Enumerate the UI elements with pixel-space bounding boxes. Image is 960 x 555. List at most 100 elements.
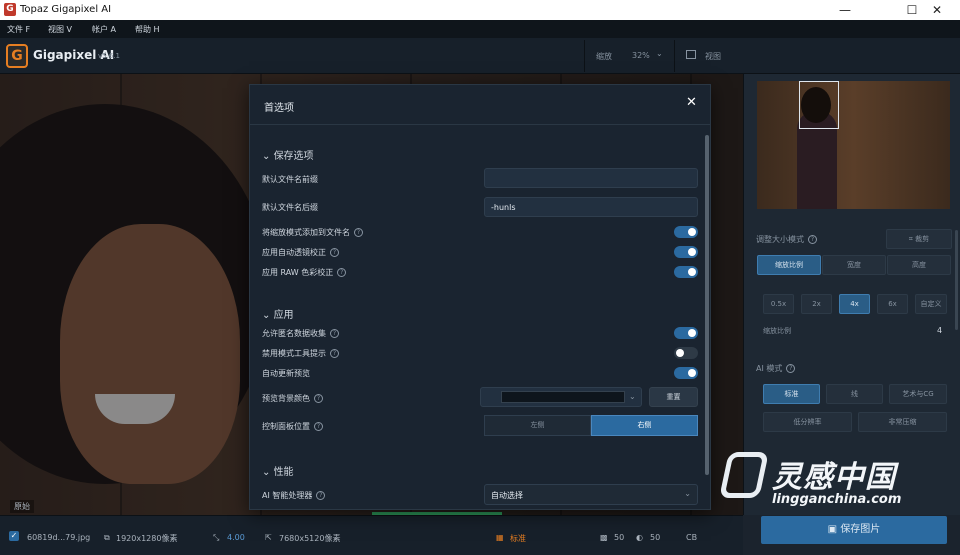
dialog-header: 首选项 ✕ bbox=[250, 85, 710, 125]
file-checkbox[interactable]: ✓ bbox=[9, 531, 19, 541]
bottom-status-bar: 60819d...79.jpg ⧉ 1920x1280像素 ⤡ 4.00 ⇱ 7… bbox=[0, 515, 743, 555]
scale-4x-button[interactable]: 4x bbox=[839, 294, 870, 314]
color-boost-label: CB bbox=[686, 533, 698, 542]
section-application[interactable]: ⌄ 应用 bbox=[262, 306, 294, 321]
reset-bg-color-button[interactable]: 重置 bbox=[649, 387, 698, 407]
app-version: v5.6.1 bbox=[98, 52, 120, 60]
menu-account[interactable]: 帐户 A bbox=[92, 24, 116, 35]
scale-0-5x-button[interactable]: 0.5x bbox=[763, 294, 794, 314]
ai-mode-very-compressed[interactable]: 非常压缩 bbox=[858, 412, 947, 432]
help-icon[interactable]: ? bbox=[808, 235, 817, 244]
ai-mode-standard[interactable]: 标准 bbox=[763, 384, 820, 404]
window-title: Topaz Gigapixel AI bbox=[20, 4, 112, 15]
disable-tips-toggle[interactable] bbox=[674, 347, 698, 359]
suffix-label: 默认文件名后缀 bbox=[262, 203, 318, 212]
right-panel-scrollbar[interactable] bbox=[955, 230, 958, 330]
watermark-text: 灵感中国 bbox=[772, 460, 896, 495]
panel-right-option[interactable]: 右侧 bbox=[591, 415, 698, 436]
tab-height[interactable]: 高度 bbox=[887, 255, 951, 275]
chevron-down-icon: ⌄ bbox=[262, 467, 274, 478]
help-icon[interactable]: ? bbox=[330, 248, 339, 257]
section-performance[interactable]: ⌄ 性能 bbox=[262, 463, 294, 478]
chevron-down-icon: ⌄ bbox=[262, 151, 274, 162]
blur-value: 50 bbox=[650, 533, 661, 542]
raw-color-toggle[interactable] bbox=[674, 266, 698, 278]
help-icon[interactable]: ? bbox=[330, 349, 339, 358]
bg-color-select[interactable]: ⌄ bbox=[480, 387, 642, 407]
menu-file[interactable]: 文件 F bbox=[7, 24, 30, 35]
tab-width[interactable]: 宽度 bbox=[822, 255, 886, 275]
filename-suffix-input[interactable]: -hunls bbox=[484, 197, 698, 217]
blur-icon: ◐ bbox=[636, 533, 643, 542]
app-toolbar bbox=[0, 38, 960, 74]
output-size: 7680x5120像素 bbox=[279, 534, 341, 543]
auto-lens-toggle[interactable] bbox=[674, 246, 698, 258]
original-tag: 原始 bbox=[10, 500, 34, 513]
dialog-scrollbar[interactable] bbox=[705, 135, 709, 475]
filename: 60819d...79.jpg bbox=[27, 533, 91, 542]
output-size-icon: ⇱ bbox=[265, 533, 272, 542]
panel-left-option[interactable]: 左侧 bbox=[484, 415, 591, 436]
scale-6x-button[interactable]: 6x bbox=[877, 294, 908, 314]
auto-preview-toggle[interactable] bbox=[674, 367, 698, 379]
chevron-down-icon: ⌄ bbox=[629, 392, 636, 401]
help-icon[interactable]: ? bbox=[337, 268, 347, 277]
close-dialog-button[interactable]: ✕ bbox=[686, 95, 697, 110]
app-logo-icon: G bbox=[4, 3, 16, 16]
filename-prefix-input[interactable] bbox=[484, 168, 698, 188]
noise-icon: ▩ bbox=[600, 533, 608, 542]
navigator-thumbnail[interactable] bbox=[757, 81, 950, 209]
toolbar-divider bbox=[584, 40, 585, 72]
resize-mode-label: 调整大小模式? bbox=[756, 234, 817, 245]
preferences-dialog: 首选项 ✕ ⌄ 保存选项 默认文件名前缀 默认文件名后缀 -hunls 将缩放模… bbox=[249, 84, 711, 510]
chevron-down-icon: ⌄ bbox=[262, 310, 274, 321]
zoom-value[interactable]: 32% bbox=[632, 51, 650, 60]
image-size-icon: ⧉ bbox=[104, 533, 110, 542]
save-image-button[interactable]: ▣ 保存图片 bbox=[761, 516, 947, 544]
noise-value: 50 bbox=[614, 533, 625, 542]
mode-icon: ▦ bbox=[496, 533, 504, 542]
minimize-button[interactable]: — bbox=[822, 0, 868, 20]
view-menu[interactable]: 视图 bbox=[705, 51, 721, 62]
help-icon[interactable]: ? bbox=[314, 394, 323, 403]
prefix-label: 默认文件名前缀 bbox=[262, 175, 318, 184]
help-icon[interactable]: ? bbox=[316, 491, 326, 500]
zoom-label: 缩放 bbox=[596, 52, 612, 61]
raw-color-label: 应用 RAW 色彩校正? bbox=[262, 267, 347, 278]
add-scale-toggle[interactable] bbox=[674, 226, 698, 238]
split-view-icon[interactable] bbox=[686, 50, 696, 59]
original-size: 1920x1280像素 bbox=[116, 534, 178, 543]
ai-mode-art-cg[interactable]: 艺术与CG bbox=[889, 384, 947, 404]
window-titlebar: G Topaz Gigapixel AI — ☐ ✕ bbox=[0, 0, 960, 20]
menu-help[interactable]: 帮助 H bbox=[135, 24, 160, 35]
tab-scale[interactable]: 缩放比例 bbox=[757, 255, 821, 275]
ai-mode-lines[interactable]: 线 bbox=[826, 384, 883, 404]
help-icon[interactable]: ? bbox=[786, 364, 796, 373]
chevron-down-icon: ⌄ bbox=[684, 489, 691, 498]
close-window-button[interactable]: ✕ bbox=[914, 0, 960, 20]
navigator-viewport-box[interactable] bbox=[799, 81, 839, 129]
panel-position-label: 控制面板位置? bbox=[262, 421, 323, 432]
mode-value: 标准 bbox=[510, 534, 526, 543]
menu-view[interactable]: 视图 V bbox=[48, 24, 72, 35]
ai-mode-low-res[interactable]: 低分辨率 bbox=[763, 412, 852, 432]
scale-icon: ⤡ bbox=[213, 533, 220, 542]
crop-button[interactable]: ⌗ 裁剪 bbox=[886, 229, 952, 249]
help-icon[interactable]: ? bbox=[330, 329, 339, 338]
scale-value: 4.00 bbox=[227, 533, 245, 542]
section-save-options[interactable]: ⌄ 保存选项 bbox=[262, 147, 314, 162]
bg-color-label: 预览背景颜色? bbox=[262, 393, 323, 404]
ai-processor-select[interactable]: 自动选择 ⌄ bbox=[484, 484, 698, 505]
anon-data-toggle[interactable] bbox=[674, 327, 698, 339]
scale-custom-button[interactable]: 自定义 bbox=[915, 294, 947, 314]
save-icon: ▣ bbox=[827, 524, 841, 535]
scale-2x-button[interactable]: 2x bbox=[801, 294, 832, 314]
help-icon[interactable]: ? bbox=[314, 422, 323, 431]
add-scale-label: 将缩放模式添加到文件名? bbox=[262, 227, 363, 238]
toolbar-divider bbox=[674, 40, 675, 72]
watermark: 灵感中国 lingganchina.com bbox=[719, 452, 960, 516]
auto-lens-label: 应用自动透镜校正? bbox=[262, 247, 339, 258]
color-swatch bbox=[501, 391, 625, 403]
chevron-down-icon[interactable]: ⌄ bbox=[656, 49, 663, 58]
help-icon[interactable]: ? bbox=[354, 228, 363, 237]
